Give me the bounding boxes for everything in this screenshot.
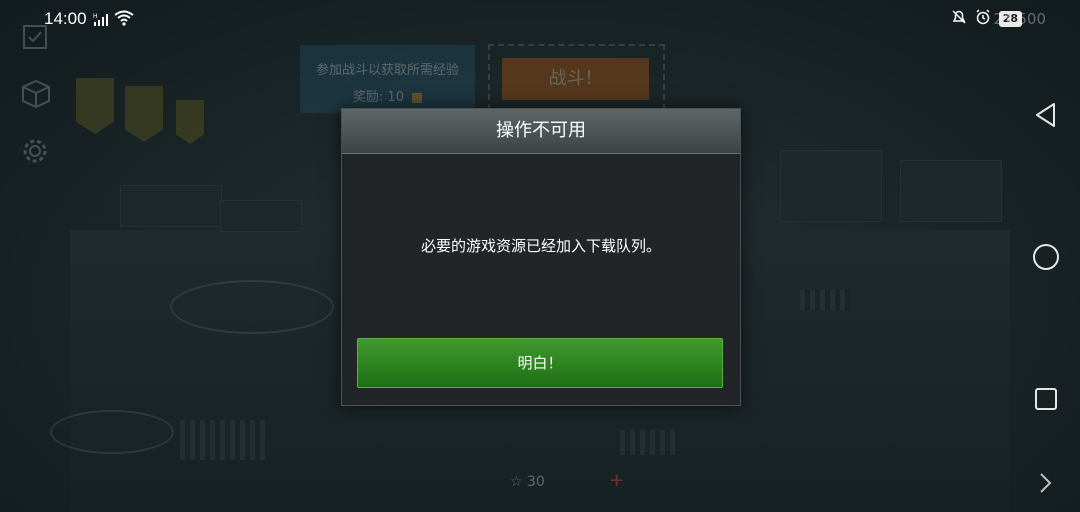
dialog-message: 必要的游戏资源已经加入下载队列。 — [420, 237, 661, 255]
recents-icon[interactable] — [1031, 384, 1061, 418]
confirm-button[interactable]: 明白！ — [357, 338, 723, 388]
signal-icon: H — [93, 11, 111, 30]
status-bar: 14:00 H 28 21 500 — [0, 0, 1080, 38]
add-icon: + — [609, 470, 625, 491]
wifi-icon — [114, 10, 134, 30]
alarm-icon — [975, 9, 991, 29]
notification-muted-icon — [951, 9, 967, 29]
network-type-label: H — [93, 13, 98, 20]
stars-count: 30 — [527, 474, 545, 490]
home-icon[interactable] — [1031, 242, 1061, 276]
chevron-right-icon[interactable] — [1036, 470, 1056, 500]
back-icon[interactable] — [1031, 100, 1061, 134]
star-icon: ☆ — [510, 474, 523, 490]
stars-counter: ☆ 30 — [510, 474, 545, 490]
error-dialog: 操作不可用 必要的游戏资源已经加入下载队列。 明白！ — [341, 108, 741, 406]
dialog-title: 操作不可用 — [342, 109, 740, 154]
clock: 14:00 — [44, 9, 87, 28]
